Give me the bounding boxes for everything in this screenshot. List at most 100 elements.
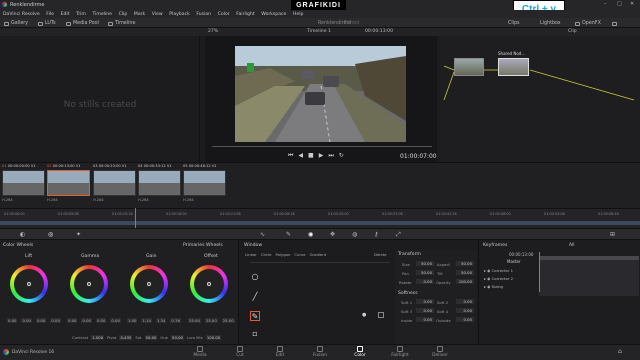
menu-item[interactable]: Color (218, 12, 230, 17)
play-reverse-icon[interactable]: ◀ (298, 152, 308, 159)
opacity-value[interactable]: 100.00 (456, 279, 474, 284)
color-page-button[interactable]: Color (340, 346, 380, 358)
stop-icon[interactable]: ■ (308, 152, 319, 159)
outside-value[interactable]: 0.00 (456, 317, 474, 322)
gamma-r[interactable]: 0.00 (81, 318, 92, 323)
soft4-value[interactable]: 0.00 (456, 308, 474, 313)
menu-item[interactable]: Fairlight (236, 12, 254, 17)
playhead[interactable] (135, 208, 136, 228)
linear-shape-icon[interactable]: ╱ (250, 292, 260, 302)
gamma-wheel[interactable] (70, 265, 108, 303)
cut-page-button[interactable]: Cut (220, 346, 260, 358)
linear-window-button[interactable]: Linear (245, 252, 257, 257)
clip-thumbnail[interactable] (183, 170, 226, 196)
timeline-track[interactable] (0, 221, 640, 225)
media-page-button[interactable]: Media (180, 346, 220, 358)
curve-window-button[interactable]: Curve (294, 252, 305, 257)
sizing-icon[interactable]: ⤢ (396, 231, 401, 239)
window-icon[interactable]: ◉ (308, 231, 313, 238)
skip-back-icon[interactable]: ⏮ (288, 152, 298, 159)
lift-r[interactable]: 0.00 (21, 318, 32, 323)
tracker-icon[interactable]: ✥ (330, 231, 335, 238)
color-wheels-icon[interactable]: ◎ (48, 231, 53, 238)
keyframe-row-corrector-1[interactable]: ▸ ◉ Corrector 1 (484, 268, 513, 273)
pan-value[interactable]: 50.00 (416, 270, 434, 275)
menu-item[interactable]: Playback (169, 12, 190, 17)
hue-value[interactable]: 50.00 (171, 335, 184, 340)
pivot-value[interactable]: 0.435 (119, 335, 133, 340)
gamma-y[interactable]: 0.00 (67, 318, 78, 323)
menu-item[interactable]: DaVinci Resolve (3, 12, 40, 17)
pen-shape-icon[interactable]: ✎ (250, 311, 260, 321)
window-invert-checkbox[interactable] (378, 312, 384, 318)
keyframes-filter[interactable]: All (569, 243, 574, 248)
lightbox-button[interactable]: Lightbox (540, 20, 561, 27)
inside-value[interactable]: 0.00 (416, 317, 434, 322)
clip-mode[interactable]: Clip (568, 29, 577, 34)
menu-item[interactable]: Fusion (196, 12, 211, 17)
zoom-level[interactable]: 27% (208, 29, 218, 34)
circle-window-button[interactable]: Circle (261, 252, 272, 257)
keyframe-track-area[interactable] (539, 256, 639, 296)
keyframe-row-corrector-2[interactable]: ▸ ◉ Corrector 2 (484, 276, 513, 281)
offset-wheel[interactable] (190, 265, 228, 303)
rgb-mixer-icon[interactable]: ✦ (76, 231, 81, 238)
menu-item[interactable]: View (152, 12, 163, 17)
menu-item[interactable]: Trim (76, 12, 86, 17)
offset-g[interactable]: 25.00 (204, 318, 218, 323)
menu-item[interactable]: Workspace (261, 12, 286, 17)
soft3-value[interactable]: 0.00 (416, 308, 434, 313)
video-frame[interactable] (235, 46, 406, 142)
gamma-b[interactable]: 0.00 (110, 318, 121, 323)
gain-b[interactable]: 0.76 (170, 318, 181, 323)
lift-wheel[interactable] (10, 265, 48, 303)
viewer-scrubber[interactable] (212, 146, 432, 147)
key-icon[interactable]: ⚷ (374, 231, 378, 238)
menu-item[interactable]: Clip (119, 12, 128, 17)
mini-timeline[interactable]: 01:00:00:00 01:00:05:08 01:00:10:16 01:0… (0, 208, 640, 228)
keyframe-playhead[interactable] (539, 252, 540, 292)
window-enable-icon[interactable]: ● (362, 312, 366, 318)
lummix-value[interactable]: 100.00 (205, 335, 222, 340)
size-value[interactable]: 50.00 (416, 261, 434, 266)
media-pool-button[interactable]: Media Pool (66, 20, 99, 27)
blur-icon[interactable]: ◍ (352, 231, 357, 238)
gallery-button[interactable]: Gallery (4, 20, 28, 27)
fusion-page-button[interactable]: Fusion (300, 346, 340, 358)
timeline-name[interactable]: Timeline 1 (307, 29, 331, 34)
contrast-value[interactable]: 1.000 (91, 335, 105, 340)
wheels-mode[interactable]: Primaries Wheels (183, 243, 223, 248)
minimize-icon[interactable]: – (604, 1, 607, 7)
gain-r[interactable]: 1.14 (141, 318, 152, 323)
color-match-icon[interactable]: ◐ (20, 231, 25, 238)
sat-value[interactable]: 50.00 (144, 335, 158, 340)
clip-thumbnail[interactable] (93, 170, 136, 196)
timeline-button[interactable]: Timeline (108, 20, 135, 27)
offset-b[interactable]: 25.00 (221, 318, 235, 323)
clip-thumbnail[interactable] (138, 170, 181, 196)
skip-forward-icon[interactable]: ⏭ (328, 152, 338, 159)
circle-shape-icon[interactable]: ○ (250, 272, 260, 282)
home-icon[interactable]: ⌂ (618, 348, 622, 355)
offset-r[interactable]: 25.00 (188, 318, 201, 323)
aspect-value[interactable]: 50.00 (456, 261, 474, 266)
luts-button[interactable]: LUTs (38, 20, 56, 27)
openfx-button[interactable]: OpenFX (575, 20, 601, 27)
loop-icon[interactable]: ↻ (339, 152, 349, 159)
play-icon[interactable]: ▶ (319, 152, 329, 159)
scopes-icon[interactable]: ⊞ (610, 231, 615, 238)
clip-thumbnail[interactable] (2, 170, 45, 196)
lightning-icon[interactable] (612, 20, 617, 27)
gain-g[interactable]: 1.34 (155, 318, 167, 323)
gradient-window-button[interactable]: Gradient (310, 252, 327, 257)
gain-y[interactable]: 1.00 (127, 318, 138, 323)
maximize-icon[interactable]: □ (617, 1, 622, 7)
lift-g[interactable]: 0.00 (35, 318, 47, 323)
soft2-value[interactable]: 0.00 (456, 299, 474, 304)
delete-window-button[interactable]: Delete (374, 252, 386, 257)
master-track[interactable] (539, 256, 639, 260)
keyframe-row-sizing[interactable]: ▸ ◉ Sizing (484, 284, 503, 289)
menu-item[interactable]: Mark (134, 12, 145, 17)
tilt-value[interactable]: 50.00 (456, 270, 474, 275)
rotate-value[interactable]: 0.00 (416, 279, 434, 284)
